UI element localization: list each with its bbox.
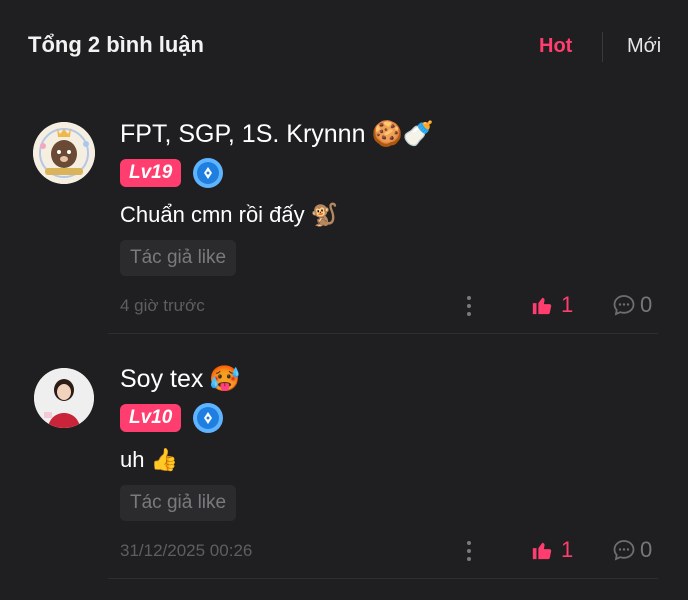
comment-body: uh [120, 447, 145, 472]
pen-badge-icon [193, 403, 224, 433]
comment-author[interactable]: FPT, SGP, 1S. Krynnn 🍪🍼 [120, 120, 434, 149]
author-like-tag: Tác giả like [120, 485, 237, 521]
avatar[interactable] [34, 368, 94, 428]
tab-hot[interactable]: Hot [539, 35, 572, 58]
reply-count: 0 [640, 537, 653, 562]
like-count: 1 [561, 537, 574, 562]
avatar[interactable] [33, 122, 95, 184]
comment-time: 4 giờ trước [120, 296, 205, 315]
thumb-up-icon [532, 542, 552, 560]
divider [108, 333, 658, 334]
chat-bubble-icon [613, 540, 635, 561]
like-button[interactable]: 1 [531, 537, 573, 563]
badges: Lv19 [120, 158, 224, 188]
divider [108, 578, 658, 579]
name-emoji: 🍪🍼 [371, 120, 434, 148]
reply-button[interactable]: 0 [612, 537, 652, 563]
level-badge: Lv10 [120, 404, 182, 432]
comment-author[interactable]: Soy tex 🥵 [120, 365, 241, 394]
author-name[interactable]: FPT, SGP, 1S. Krynnn [120, 120, 365, 149]
more-options-icon[interactable] [465, 296, 473, 318]
comment-total: Tổng 2 bình luận [28, 32, 204, 57]
like-button[interactable]: 1 [531, 292, 573, 318]
comment-item: Soy tex 🥵 Lv10 uh 👍 Tác giả like 31/12/2… [0, 345, 688, 579]
comment-text: uh 👍 [120, 447, 178, 473]
comments-header: Tổng 2 bình luận Hot Mới [0, 0, 688, 96]
level-badge: Lv19 [120, 159, 182, 187]
comment-body: Chuẩn cmn rồi đấy [120, 202, 305, 227]
chat-bubble-icon [613, 295, 635, 316]
thumb-up-icon [532, 297, 552, 315]
comment-item: FPT, SGP, 1S. Krynnn 🍪🍼 Lv19 Chuẩn cmn r… [0, 100, 688, 334]
text-emoji: 🐒 [310, 202, 339, 227]
author-name[interactable]: Soy tex [120, 365, 203, 394]
name-emoji: 🥵 [209, 365, 241, 393]
author-like-tag: Tác giả like [120, 240, 237, 276]
more-options-icon[interactable] [465, 541, 473, 563]
tab-new[interactable]: Mới [627, 35, 661, 58]
like-count: 1 [561, 292, 574, 317]
tab-divider [602, 32, 603, 62]
text-emoji: 👍 [150, 447, 178, 472]
comment-text: Chuẩn cmn rồi đấy 🐒 [120, 202, 338, 228]
comment-time: 31/12/2025 00:26 [120, 541, 253, 560]
reply-count: 0 [640, 292, 653, 317]
badges: Lv10 [120, 403, 224, 433]
reply-button[interactable]: 0 [612, 292, 652, 318]
pen-badge-icon [193, 158, 224, 188]
